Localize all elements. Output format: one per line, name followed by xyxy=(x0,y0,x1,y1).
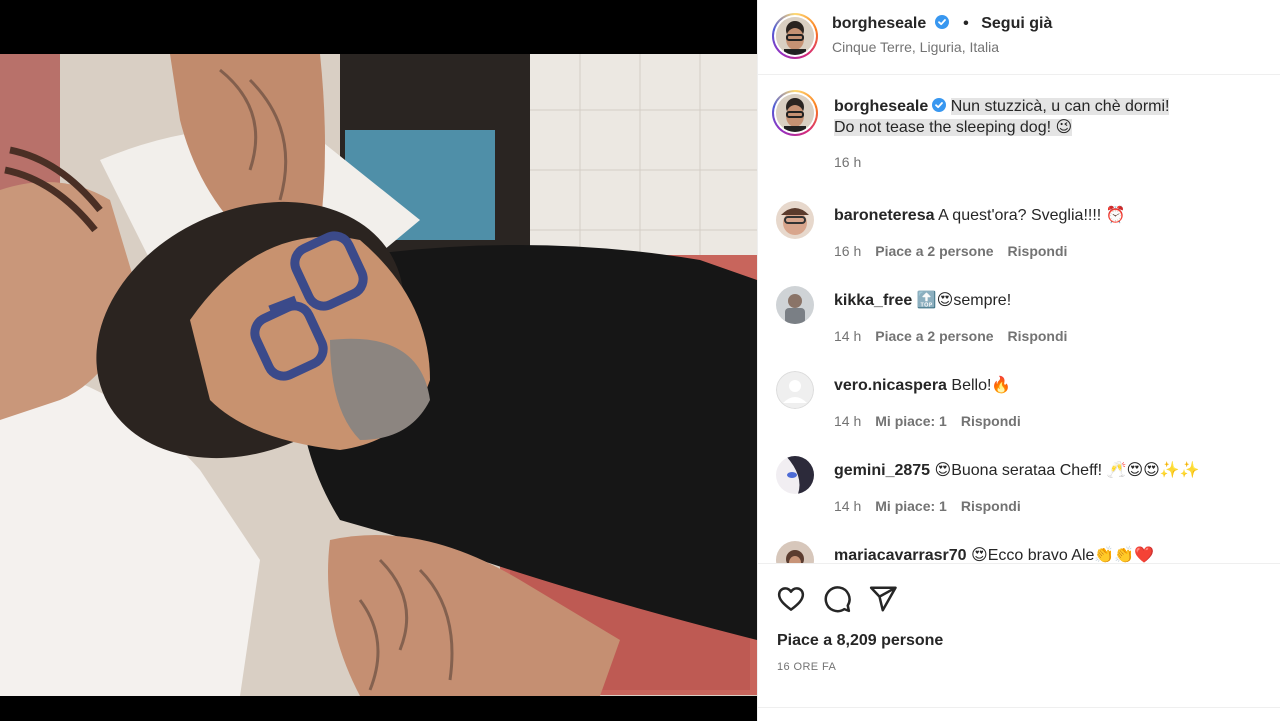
comment-username[interactable]: gemini_2875 xyxy=(834,462,930,479)
commenter-avatar[interactable] xyxy=(776,201,814,239)
caption-avatar[interactable] xyxy=(772,90,818,136)
caption-time[interactable]: 16 h xyxy=(834,152,1254,173)
post-time[interactable]: 16 ORE FA xyxy=(777,661,836,673)
comment-text: 😍Buona serataa Cheff! 🥂😍😍✨✨ xyxy=(934,462,1200,479)
post-header: borgheseale • Segui già Cinque Terre, Li… xyxy=(758,0,1280,75)
verified-icon xyxy=(934,15,949,29)
comment-username[interactable]: mariacavarrasr70 xyxy=(834,547,967,563)
following-button[interactable]: Segui già xyxy=(981,15,1052,32)
verified-icon xyxy=(932,98,947,112)
comment-time[interactable]: 14 h xyxy=(834,498,861,514)
caption-username[interactable]: borgheseale xyxy=(834,98,928,115)
comment-text: Bello!🔥 xyxy=(951,377,1012,394)
commenter-avatar[interactable] xyxy=(776,286,814,324)
caption-text-line2: Do not tease the sleeping dog! 😉 xyxy=(834,119,1073,136)
comment-likes-link[interactable]: Mi piace: 1 xyxy=(875,413,947,429)
post-dialog: borgheseale • Segui già Cinque Terre, Li… xyxy=(0,0,1280,721)
comment-item: mariacavarrasr70 😍Ecco bravo Ale👏👏❤️ xyxy=(758,541,1280,563)
comment-username[interactable]: baroneteresa xyxy=(834,207,935,224)
add-comment-row[interactable] xyxy=(758,707,1280,721)
avatar-image xyxy=(776,94,814,132)
comment-icon[interactable] xyxy=(822,584,852,614)
commenter-avatar[interactable] xyxy=(776,456,814,494)
comment-likes-link[interactable]: Piace a 2 persone xyxy=(875,243,993,259)
comment-item: kikka_free 🔝😍sempre! 14 h Piace a 2 perso… xyxy=(758,286,1280,366)
comment-username[interactable]: vero.nicaspera xyxy=(834,377,947,394)
caption-text-line1: Nun stuzzicà, u can chè dormi! xyxy=(950,98,1170,115)
heart-icon[interactable] xyxy=(776,584,806,614)
reply-button[interactable]: Rispondi xyxy=(1008,243,1068,259)
commenter-avatar[interactable] xyxy=(776,541,814,563)
comment-likes-link[interactable]: Piace a 2 persone xyxy=(875,328,993,344)
likes-count[interactable]: Piace a 8,209 persone xyxy=(777,632,943,650)
comment-likes-link[interactable]: Mi piace: 1 xyxy=(875,498,947,514)
comment-item: gemini_2875 😍Buona serataa Cheff! 🥂😍😍✨✨ … xyxy=(758,456,1280,536)
post-actions: Piace a 8,209 persone 16 ORE FA xyxy=(758,563,1280,721)
author-avatar[interactable] xyxy=(772,13,818,59)
post-photo[interactable] xyxy=(0,0,757,721)
commenter-avatar[interactable] xyxy=(776,371,814,409)
comment-item: vero.nicaspera Bello!🔥 14 h Mi piace: 1 Ri… xyxy=(758,371,1280,451)
post-sidebar: borgheseale • Segui già Cinque Terre, Li… xyxy=(757,0,1280,721)
comment-text: 🔝😍sempre! xyxy=(916,292,1012,309)
separator-dot: • xyxy=(963,15,969,32)
share-icon[interactable] xyxy=(868,584,898,614)
author-username[interactable]: borgheseale xyxy=(832,15,926,32)
comment-time[interactable]: 16 h xyxy=(834,243,861,259)
comment-time[interactable]: 14 h xyxy=(834,413,861,429)
avatar-image xyxy=(776,17,814,55)
comment-time[interactable]: 14 h xyxy=(834,328,861,344)
reply-button[interactable]: Rispondi xyxy=(961,413,1021,429)
post-location[interactable]: Cinque Terre, Liguria, Italia xyxy=(832,39,999,55)
post-photo-image xyxy=(0,0,757,721)
comment-text: A quest'ora? Sveglia!!!! ⏰ xyxy=(938,207,1126,224)
comment-text: 😍Ecco bravo Ale👏👏❤️ xyxy=(971,547,1155,563)
comment-item: baroneteresa A quest'ora? Sveglia!!!! ⏰ … xyxy=(758,201,1280,281)
comment-username[interactable]: kikka_free xyxy=(834,292,912,309)
reply-button[interactable]: Rispondi xyxy=(961,498,1021,514)
reply-button[interactable]: Rispondi xyxy=(1008,328,1068,344)
